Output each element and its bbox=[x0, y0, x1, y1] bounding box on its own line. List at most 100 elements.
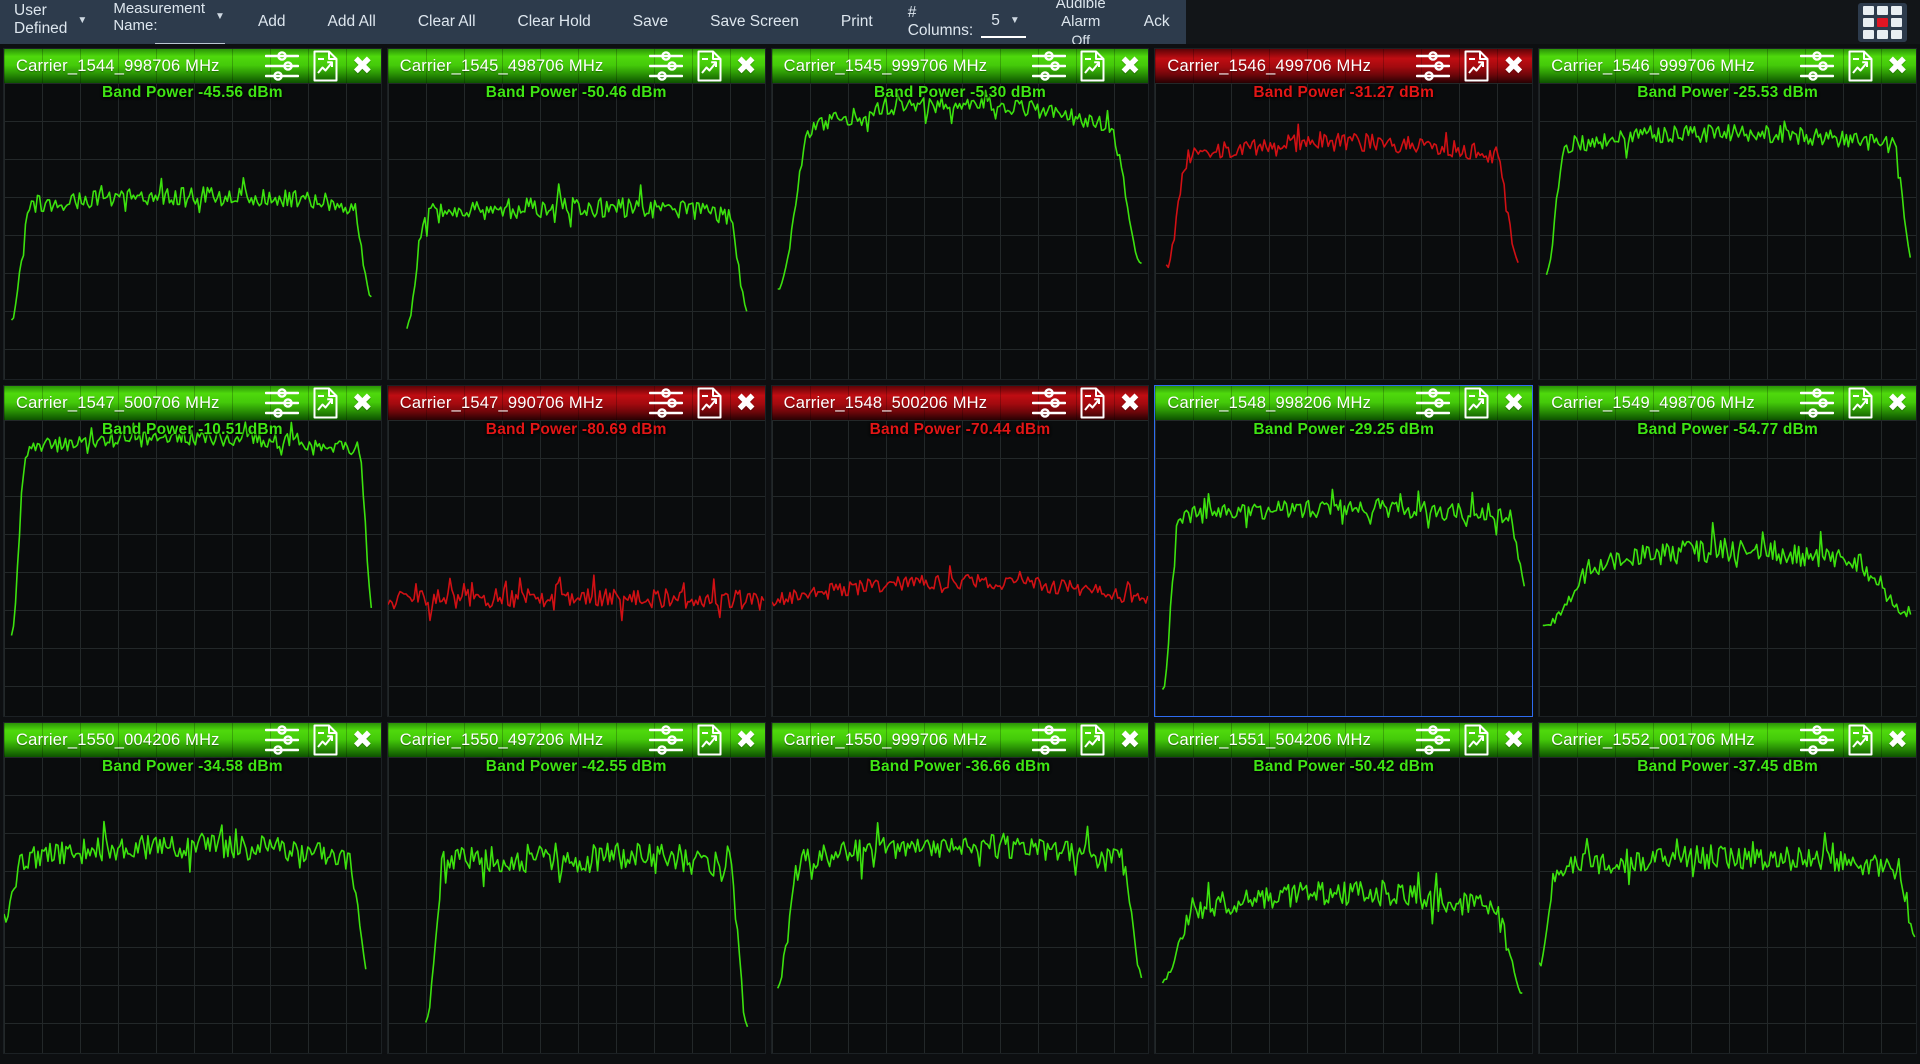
close-icon[interactable]: ✖ bbox=[1119, 54, 1140, 79]
close-icon[interactable]: ✖ bbox=[1887, 54, 1908, 79]
close-icon[interactable]: ✖ bbox=[1119, 391, 1140, 416]
carrier-panel-header[interactable]: Carrier_1548_998206 MHz bbox=[1155, 386, 1532, 420]
columns-dropdown[interactable]: 5 ▼ bbox=[981, 7, 1026, 38]
settings-sliders-icon[interactable] bbox=[649, 725, 683, 755]
carrier-panel-header[interactable]: Carrier_1550_999706 MHz bbox=[772, 723, 1149, 757]
carrier-panel-header[interactable]: Carrier_1550_004206 MHz bbox=[4, 723, 381, 757]
carrier-panel[interactable]: Carrier_1550_497206 MHz bbox=[387, 722, 766, 1054]
carrier-panel-header[interactable]: Carrier_1548_500206 MHz bbox=[772, 386, 1149, 420]
spectrum-plot[interactable]: Band Power -50.46 dBm bbox=[388, 83, 765, 379]
report-document-icon[interactable] bbox=[1847, 50, 1874, 82]
carrier-panel[interactable]: Carrier_1552_001706 MHz bbox=[1538, 722, 1917, 1054]
report-document-icon[interactable] bbox=[1079, 387, 1106, 419]
clear-all-button[interactable]: Clear All bbox=[397, 0, 497, 44]
settings-sliders-icon[interactable] bbox=[1032, 51, 1066, 81]
report-document-icon[interactable] bbox=[1847, 387, 1874, 419]
report-document-icon[interactable] bbox=[696, 50, 723, 82]
carrier-panel-header[interactable]: Carrier_1544_998706 MHz bbox=[4, 49, 381, 83]
spectrum-plot[interactable]: Band Power -5.30 dBm bbox=[772, 83, 1149, 379]
spectrum-plot[interactable]: Band Power -80.69 dBm bbox=[388, 420, 765, 716]
spectrum-plot[interactable]: Band Power -37.45 dBm bbox=[1539, 757, 1916, 1053]
clear-hold-button[interactable]: Clear Hold bbox=[497, 0, 612, 44]
close-icon[interactable]: ✖ bbox=[1119, 728, 1140, 753]
carrier-panel-header[interactable]: Carrier_1546_499706 MHz bbox=[1155, 49, 1532, 83]
report-document-icon[interactable] bbox=[1463, 387, 1490, 419]
report-document-icon[interactable] bbox=[1463, 724, 1490, 756]
settings-sliders-icon[interactable] bbox=[265, 51, 299, 81]
carrier-panel[interactable]: Carrier_1546_999706 MHz bbox=[1538, 48, 1917, 380]
report-document-icon[interactable] bbox=[312, 387, 339, 419]
close-icon[interactable]: ✖ bbox=[352, 728, 373, 753]
carrier-panel[interactable]: Carrier_1546_499706 MHz bbox=[1154, 48, 1533, 380]
spectrum-plot[interactable]: Band Power -70.44 dBm bbox=[772, 420, 1149, 716]
carrier-panel[interactable]: Carrier_1547_500706 MHz bbox=[3, 385, 382, 717]
add-all-button[interactable]: Add All bbox=[307, 0, 397, 44]
close-icon[interactable]: ✖ bbox=[736, 728, 757, 753]
carrier-panel[interactable]: Carrier_1545_999706 MHz bbox=[771, 48, 1150, 380]
settings-sliders-icon[interactable] bbox=[649, 51, 683, 81]
carrier-panel[interactable]: Carrier_1545_498706 MHz bbox=[387, 48, 766, 380]
settings-sliders-icon[interactable] bbox=[1416, 725, 1450, 755]
report-document-icon[interactable] bbox=[1079, 724, 1106, 756]
report-document-icon[interactable] bbox=[1463, 50, 1490, 82]
settings-sliders-icon[interactable] bbox=[265, 725, 299, 755]
report-document-icon[interactable] bbox=[696, 724, 723, 756]
close-icon[interactable]: ✖ bbox=[1503, 728, 1524, 753]
settings-sliders-icon[interactable] bbox=[1800, 51, 1834, 81]
audible-alarm-control[interactable]: Audible Alarm Off bbox=[1040, 0, 1116, 44]
save-button[interactable]: Save bbox=[612, 0, 689, 44]
report-document-icon[interactable] bbox=[696, 387, 723, 419]
settings-sliders-icon[interactable] bbox=[265, 388, 299, 418]
carrier-panel-header[interactable]: Carrier_1551_504206 MHz bbox=[1155, 723, 1532, 757]
grid-layout-button[interactable] bbox=[1858, 3, 1907, 42]
carrier-panel-header[interactable]: Carrier_1550_497206 MHz bbox=[388, 723, 765, 757]
report-document-icon[interactable] bbox=[312, 50, 339, 82]
carrier-panel-header[interactable]: Carrier_1547_990706 MHz bbox=[388, 386, 765, 420]
settings-sliders-icon[interactable] bbox=[649, 388, 683, 418]
settings-sliders-icon[interactable] bbox=[1800, 388, 1834, 418]
close-icon[interactable]: ✖ bbox=[352, 54, 373, 79]
spectrum-plot[interactable]: Band Power -34.58 dBm bbox=[4, 757, 381, 1053]
close-icon[interactable]: ✖ bbox=[1887, 728, 1908, 753]
save-screen-button[interactable]: Save Screen bbox=[689, 0, 820, 44]
spectrum-plot[interactable]: Band Power -10.51 dBm bbox=[4, 420, 381, 716]
report-document-icon[interactable] bbox=[1847, 724, 1874, 756]
carrier-panel-header[interactable]: Carrier_1552_001706 MHz bbox=[1539, 723, 1916, 757]
measurement-name-dropdown[interactable]: Measurement Name: ▼ bbox=[101, 0, 237, 44]
carrier-panel[interactable]: Carrier_1548_998206 MHz bbox=[1154, 385, 1533, 717]
add-button[interactable]: Add bbox=[237, 0, 307, 44]
report-document-icon[interactable] bbox=[1079, 50, 1106, 82]
spectrum-plot[interactable]: Band Power -31.27 dBm bbox=[1155, 83, 1532, 379]
preset-dropdown[interactable]: User Defined ▼ bbox=[0, 0, 101, 44]
close-icon[interactable]: ✖ bbox=[1503, 391, 1524, 416]
close-icon[interactable]: ✖ bbox=[1503, 54, 1524, 79]
print-button[interactable]: Print bbox=[820, 0, 894, 44]
carrier-panel[interactable]: Carrier_1544_998706 MHz bbox=[3, 48, 382, 380]
spectrum-plot[interactable]: Band Power -42.55 dBm bbox=[388, 757, 765, 1053]
ack-button[interactable]: Ack bbox=[1116, 0, 1194, 44]
settings-sliders-icon[interactable] bbox=[1032, 388, 1066, 418]
carrier-panel-header[interactable]: Carrier_1549_498706 MHz bbox=[1539, 386, 1916, 420]
close-icon[interactable]: ✖ bbox=[352, 391, 373, 416]
carrier-panel-header[interactable]: Carrier_1547_500706 MHz bbox=[4, 386, 381, 420]
spectrum-plot[interactable]: Band Power -25.53 dBm bbox=[1539, 83, 1916, 379]
close-icon[interactable]: ✖ bbox=[736, 391, 757, 416]
settings-sliders-icon[interactable] bbox=[1800, 725, 1834, 755]
spectrum-plot[interactable]: Band Power -50.42 dBm bbox=[1155, 757, 1532, 1053]
carrier-panel[interactable]: Carrier_1550_004206 MHz bbox=[3, 722, 382, 1054]
carrier-panel-header[interactable]: Carrier_1545_999706 MHz bbox=[772, 49, 1149, 83]
spectrum-plot[interactable]: Band Power -29.25 dBm bbox=[1155, 420, 1532, 716]
carrier-panel[interactable]: Carrier_1548_500206 MHz bbox=[771, 385, 1150, 717]
spectrum-plot[interactable]: Band Power -54.77 dBm bbox=[1539, 420, 1916, 716]
report-document-icon[interactable] bbox=[312, 724, 339, 756]
close-icon[interactable]: ✖ bbox=[736, 54, 757, 79]
carrier-panel[interactable]: Carrier_1551_504206 MHz bbox=[1154, 722, 1533, 1054]
carrier-panel[interactable]: Carrier_1550_999706 MHz bbox=[771, 722, 1150, 1054]
settings-sliders-icon[interactable] bbox=[1416, 51, 1450, 81]
settings-sliders-icon[interactable] bbox=[1032, 725, 1066, 755]
close-icon[interactable]: ✖ bbox=[1887, 391, 1908, 416]
carrier-panel[interactable]: Carrier_1547_990706 MHz bbox=[387, 385, 766, 717]
spectrum-plot[interactable]: Band Power -36.66 dBm bbox=[772, 757, 1149, 1053]
spectrum-plot[interactable]: Band Power -45.56 dBm bbox=[4, 83, 381, 379]
carrier-panel[interactable]: Carrier_1549_498706 MHz bbox=[1538, 385, 1917, 717]
